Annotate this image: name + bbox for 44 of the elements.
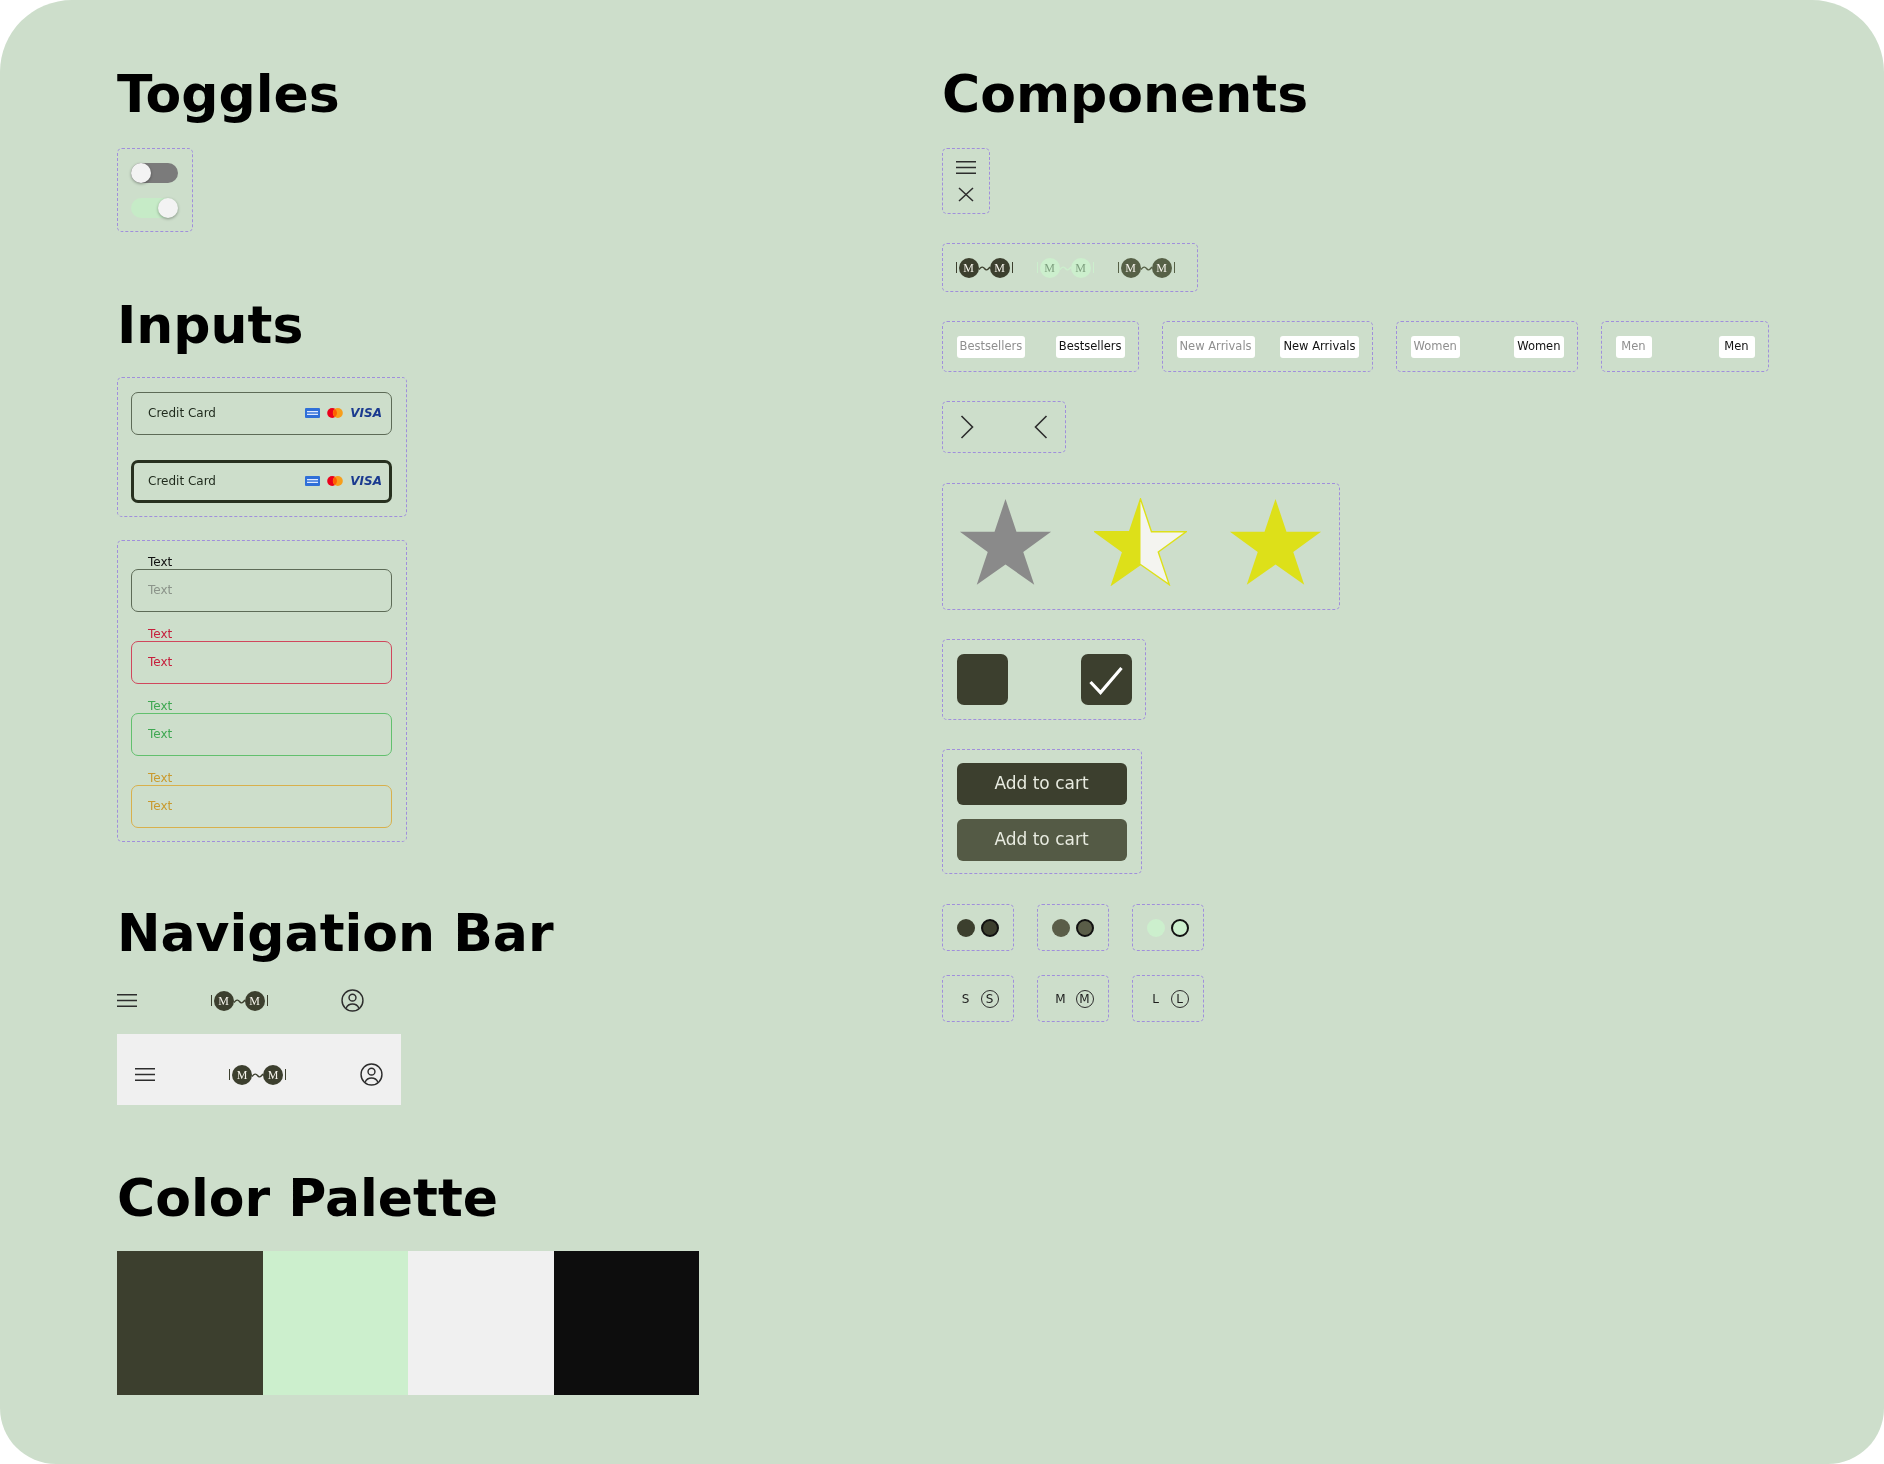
card-icon	[305, 476, 321, 486]
field-label: Text	[148, 554, 173, 569]
size-option[interactable]: M	[1051, 989, 1070, 1008]
tab[interactable]: New Arrivals	[1280, 335, 1359, 358]
half-star-icon	[1093, 497, 1187, 586]
card-icon	[305, 408, 321, 418]
add-to-cart-button[interactable]: Add to cart	[956, 762, 1127, 805]
size-option[interactable]: S	[956, 989, 975, 1008]
tab[interactable]: Women	[1514, 335, 1564, 358]
overlapping-circles-icon	[327, 408, 344, 418]
section-heading: Color Palette	[117, 1171, 499, 1224]
account-icon[interactable]	[341, 989, 364, 1012]
toggle-switch[interactable]	[131, 197, 178, 218]
overlapping-circles-icon	[327, 476, 344, 486]
size-option[interactable]: L	[1146, 989, 1165, 1008]
chevron-left-icon[interactable]	[1034, 415, 1048, 439]
close-icon[interactable]	[958, 186, 974, 202]
field-label: Text	[148, 770, 173, 785]
logo[interactable]: M M	[1117, 257, 1175, 278]
menu-icon[interactable]	[135, 1068, 155, 1081]
logo[interactable]: M M	[955, 257, 1013, 278]
logo[interactable]: M M	[229, 1064, 286, 1085]
tab[interactable]: Men	[1718, 335, 1755, 358]
checkbox[interactable]	[1080, 654, 1132, 705]
brand-wordmark: VISA	[350, 475, 382, 487]
star-icon	[958, 497, 1052, 586]
text-input[interactable]: Text	[131, 712, 392, 756]
text-input[interactable]: Text	[131, 640, 392, 684]
brand-wordmark: VISA	[350, 407, 382, 419]
field-label: Text	[148, 698, 173, 713]
star-icon	[1228, 497, 1322, 586]
logo[interactable]: M M	[210, 990, 268, 1011]
menu-icon[interactable]	[956, 160, 976, 174]
text-input[interactable]: Text	[131, 568, 392, 612]
toggle-switch[interactable]	[131, 162, 178, 183]
checkbox[interactable]	[956, 654, 1008, 705]
add-to-cart-button[interactable]: Add to cart	[956, 818, 1127, 861]
checkmark-icon	[1088, 664, 1124, 695]
menu-icon[interactable]	[117, 994, 137, 1007]
chevron-right-icon[interactable]	[960, 415, 974, 439]
text-input[interactable]: Text	[131, 784, 392, 828]
tab[interactable]: Bestsellers	[1055, 335, 1125, 358]
account-icon[interactable]	[360, 1063, 383, 1086]
field-label: Text	[148, 626, 173, 641]
